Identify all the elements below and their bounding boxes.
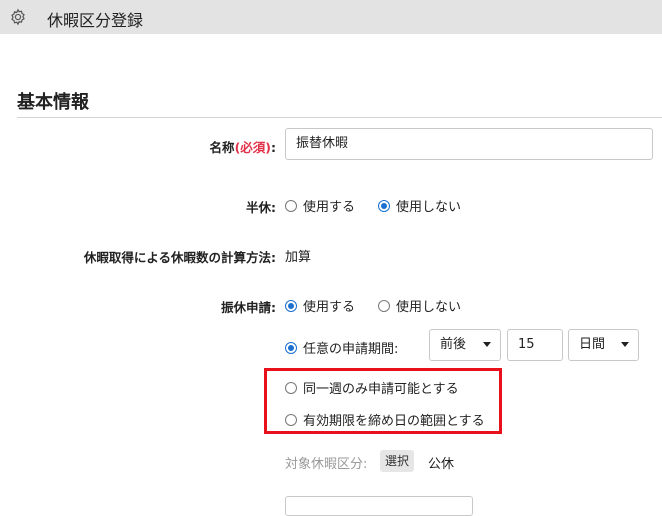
name-label-colon: : [271, 140, 276, 155]
required-marker: (必須) [234, 140, 271, 155]
same-week-label: 同一週のみ申請可能とする [303, 382, 459, 397]
period-option-radio[interactable]: 任意の申請期間: [285, 338, 398, 357]
radio-selected-icon [285, 299, 297, 312]
furikyu-use-radio[interactable]: 使用する [285, 296, 355, 315]
furikyu-not-use-label: 使用しない [396, 300, 462, 315]
radio-icon [285, 413, 297, 426]
calc-method-value: 加算 [285, 250, 312, 265]
caret-down-icon [483, 342, 491, 347]
name-input[interactable]: 振替休暇 [285, 128, 653, 160]
period-direction-value: 前後 [440, 337, 467, 352]
half-day-use-radio[interactable]: 使用する [285, 196, 355, 215]
radio-icon [285, 381, 297, 394]
half-day-label: 半休: [246, 200, 276, 215]
window-title: 休暇区分登録 [47, 11, 144, 30]
period-option-label: 任意の申請期間: [303, 342, 399, 357]
furikyu-use-label: 使用する [303, 300, 356, 315]
title-bar: 休暇区分登録 [0, 0, 662, 34]
same-week-radio[interactable]: 同一週のみ申請可能とする [285, 378, 459, 397]
section-title: 基本情報 [17, 92, 89, 113]
target-label: 対象休暇区分: [285, 457, 368, 472]
name-label-text: 名称 [209, 140, 235, 155]
half-day-not-use-label: 使用しない [396, 200, 462, 215]
period-number-input[interactable]: 15 [507, 329, 563, 361]
caret-down-icon [621, 342, 629, 347]
furikyu-label: 振休申請: [221, 300, 276, 315]
partial-input[interactable] [285, 496, 473, 516]
radio-selected-icon [378, 199, 390, 212]
name-label: 名称(必須): [210, 137, 276, 156]
period-unit-select[interactable]: 日間 [568, 329, 639, 361]
period-direction-select[interactable]: 前後 [429, 329, 501, 361]
furikyu-not-use-radio[interactable]: 使用しない [378, 296, 461, 315]
half-day-not-use-radio[interactable]: 使用しない [378, 196, 461, 215]
gear-icon[interactable] [9, 8, 27, 26]
radio-icon [378, 299, 390, 312]
radio-icon [285, 199, 297, 212]
period-unit-value: 日間 [579, 337, 606, 352]
expiry-label: 有効期限を締め日の範囲とする [303, 414, 485, 429]
section-divider [17, 117, 662, 118]
half-day-use-label: 使用する [303, 200, 356, 215]
select-button[interactable]: 選択 [380, 450, 415, 472]
radio-selected-icon [285, 341, 297, 354]
calc-method-label: 休暇取得による休暇数の計算方法: [83, 250, 276, 265]
target-value: 公休 [428, 457, 455, 472]
expiry-radio[interactable]: 有効期限を締め日の範囲とする [285, 410, 485, 429]
